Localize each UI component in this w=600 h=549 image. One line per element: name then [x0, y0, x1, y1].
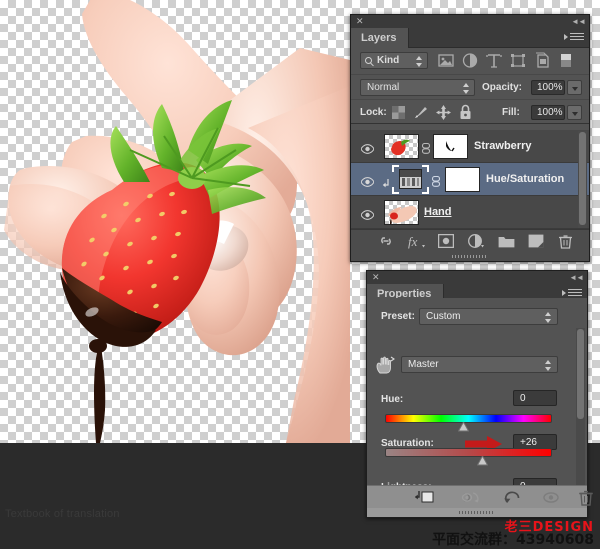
preset-stepper-icon[interactable] — [545, 312, 552, 323]
layers-panel-grip[interactable] — [351, 252, 589, 261]
link-mask-icon[interactable] — [431, 174, 441, 187]
layers-scrollbar-thumb[interactable] — [579, 132, 586, 225]
link-mask-icon[interactable] — [421, 141, 431, 154]
table-row[interactable]: Hand — [351, 196, 589, 229]
close-icon[interactable]: ✕ — [372, 272, 380, 283]
layer-visibility-icon[interactable] — [360, 174, 375, 187]
properties-scrollbar-thumb[interactable] — [577, 329, 584, 419]
channel-select[interactable]: Master — [401, 356, 558, 373]
channel-stepper-icon[interactable] — [545, 360, 552, 371]
translation-watermark: Textbook of translation — [5, 508, 120, 520]
collapse-icon[interactable]: ◄◄ — [569, 272, 584, 283]
layers-footer-toolbar: fx — [351, 229, 589, 252]
fill-dropdown-icon[interactable] — [567, 105, 582, 120]
filter-kind-label: Kind — [377, 55, 400, 66]
opacity-field[interactable]: 100% — [531, 80, 565, 95]
type-layer-filter-icon[interactable] — [485, 52, 503, 69]
hand-thumbnail[interactable] — [384, 200, 419, 225]
new-group-icon[interactable] — [498, 234, 515, 249]
properties-panel[interactable]: ✕ ◄◄ Properties Hue/Saturation Preset: — [366, 270, 593, 518]
grip-dots-icon — [459, 511, 495, 514]
link-layers-icon[interactable] — [378, 234, 394, 249]
grip-dots-icon — [452, 255, 488, 258]
hue-saturation-adjustment-thumbnail[interactable] — [399, 169, 422, 189]
saturation-value: +26 — [520, 437, 537, 448]
new-layer-icon[interactable] — [528, 234, 544, 249]
layers-scrollbar[interactable] — [578, 131, 587, 228]
white-mask-thumbnail[interactable] — [445, 167, 480, 192]
lock-image-icon[interactable] — [413, 105, 428, 125]
properties-panel-titlebar[interactable]: ✕ ◄◄ — [367, 271, 587, 284]
hand-strawberry-artwork — [4, 0, 350, 443]
layer-style-fx-icon[interactable]: fx — [408, 234, 426, 249]
qq-group-watermark: 平面交流群：43940608 — [432, 532, 594, 548]
strawberry-thumbnail[interactable] — [384, 134, 419, 159]
preset-label: Preset: — [381, 311, 415, 322]
fill-label: Fill: — [502, 107, 520, 118]
fill-field[interactable]: 100% — [531, 105, 565, 120]
layer-visibility-icon[interactable] — [360, 141, 375, 154]
saturation-slider-knob[interactable] — [476, 453, 489, 466]
properties-body: Preset: Custom Master Hue: 0 Saturation: — [367, 298, 587, 494]
properties-scrollbar[interactable] — [576, 328, 585, 488]
hue-value: 0 — [520, 393, 526, 404]
lock-transparency-icon[interactable] — [392, 106, 405, 124]
blend-mode-value: Normal — [367, 82, 400, 93]
table-row[interactable]: Hue/Saturation — [351, 163, 589, 196]
on-image-adjustment-hand-icon[interactable] — [375, 356, 395, 374]
smart-object-filter-icon[interactable] — [533, 52, 551, 69]
opacity-label: Opacity: — [482, 82, 523, 93]
white-mask-thumbnail[interactable] — [433, 134, 468, 159]
properties-footer-toolbar — [367, 485, 593, 508]
collapse-icon[interactable]: ◄◄ — [571, 16, 586, 27]
adjustment-layer-filter-icon[interactable] — [461, 52, 479, 69]
layer-name[interactable]: Strawberry — [474, 140, 531, 152]
reset-icon[interactable] — [503, 489, 523, 506]
hue-value-field[interactable]: 0 — [513, 390, 557, 406]
lock-label: Lock: — [360, 107, 387, 118]
fill-value: 100% — [537, 107, 563, 118]
delete-adjustment-icon[interactable] — [578, 489, 594, 506]
blend-stepper-icon[interactable] — [463, 83, 470, 94]
blend-mode-row: Normal Opacity: 100% — [351, 74, 589, 99]
toggle-layer-visibility-icon[interactable] — [461, 489, 483, 506]
layer-name[interactable]: Hue/Saturation — [486, 173, 564, 185]
clipping-mask-icon — [382, 176, 390, 188]
preset-select[interactable]: Custom — [419, 308, 558, 325]
layer-filter-row: Kind — [351, 48, 589, 74]
shape-layer-filter-icon[interactable] — [509, 52, 527, 69]
layer-list[interactable]: Strawberry Hue/Saturation Hand — [351, 130, 589, 229]
svg-text:fx: fx — [408, 234, 418, 249]
clip-to-layer-icon[interactable] — [414, 489, 436, 506]
opacity-dropdown-icon[interactable] — [567, 80, 582, 95]
lock-position-icon[interactable] — [436, 105, 451, 125]
add-layer-mask-icon[interactable] — [437, 233, 455, 249]
blend-mode-select[interactable]: Normal — [360, 79, 475, 96]
hue-slider-knob[interactable] — [457, 419, 470, 432]
new-adjustment-layer-icon[interactable] — [468, 234, 486, 249]
saturation-slider-track[interactable] — [385, 448, 552, 457]
layers-panel-titlebar[interactable]: ✕ ◄◄ — [351, 15, 589, 28]
lock-row: Lock: Fill: 100% — [351, 99, 589, 124]
delete-layer-icon[interactable] — [558, 234, 573, 249]
channel-value: Master — [408, 359, 439, 370]
lock-all-icon[interactable] — [459, 104, 472, 125]
stepper-icon[interactable] — [416, 56, 423, 67]
layers-tabrow: Layers — [351, 28, 589, 48]
layer-visibility-icon[interactable] — [360, 207, 375, 220]
pixel-layer-filter-icon[interactable] — [437, 52, 455, 69]
table-row[interactable]: Strawberry — [351, 130, 589, 163]
opacity-value: 100% — [537, 82, 563, 93]
search-icon — [365, 57, 372, 64]
close-icon[interactable]: ✕ — [356, 16, 364, 27]
preview-eye-icon[interactable] — [542, 489, 560, 506]
tab-layers[interactable]: Layers — [351, 28, 410, 48]
layer-name[interactable]: Hand — [424, 206, 452, 218]
layers-panel[interactable]: ✕ ◄◄ Layers Kind Normal Opacity: 100% Lo… — [350, 14, 590, 262]
preset-value: Custom — [426, 311, 461, 322]
hue-label: Hue: — [381, 394, 404, 405]
filter-toggle-icon[interactable] — [559, 52, 577, 69]
panel-menu-icon[interactable] — [564, 33, 584, 43]
filter-kind-select[interactable]: Kind — [360, 52, 428, 69]
